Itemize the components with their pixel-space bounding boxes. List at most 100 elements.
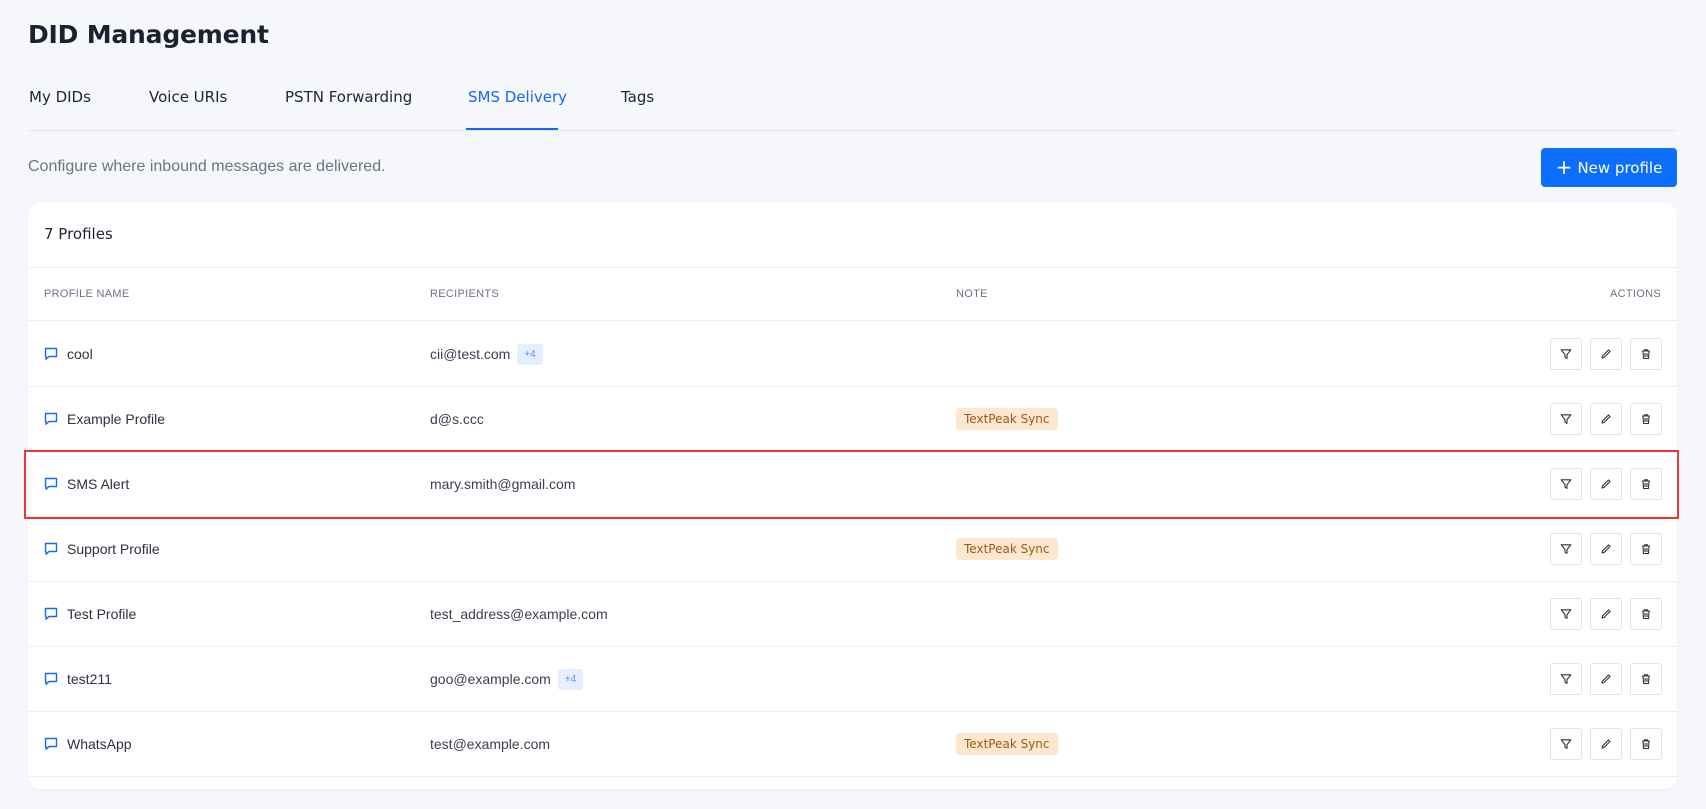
table-row[interactable]: cool cii@test.com +4 [28,322,1677,387]
recipient-email: mary.smith@gmail.com [430,476,576,492]
new-profile-label: New profile [1577,158,1663,177]
delete-button[interactable] [1630,338,1662,370]
table-row[interactable]: test211 goo@example.com +4 [28,647,1677,712]
profile-name-cell: cool [43,322,93,386]
column-header-note: NOTE [956,288,988,300]
pencil-icon [1601,349,1611,359]
more-recipients-badge[interactable]: +4 [517,343,543,365]
chat-bubble-icon [44,607,58,620]
recipient-email: test_address@example.com [430,606,608,622]
filter-button[interactable] [1550,598,1582,630]
filter-button[interactable] [1550,338,1582,370]
tab-sms-delivery[interactable]: SMS Delivery [468,88,567,106]
filter-button[interactable] [1550,403,1582,435]
row-actions [1550,338,1662,370]
row-actions [1550,728,1662,760]
profile-name: test211 [67,671,112,687]
delete-button[interactable] [1630,468,1662,500]
edit-button[interactable] [1590,338,1622,370]
delete-button[interactable] [1630,728,1662,760]
trash-icon [1642,414,1650,425]
tab-pstn-forwarding[interactable]: PSTN Forwarding [285,88,412,106]
profile-name: SMS Alert [67,476,130,492]
active-tab-indicator [466,128,558,130]
table-row[interactable]: WhatsApp test@example.com TextPeak Sync [28,712,1677,777]
chat-bubble-icon [44,412,58,425]
edit-button[interactable] [1590,728,1622,760]
filter-button[interactable] [1550,533,1582,565]
profile-name-cell: Support Profile [43,517,160,581]
filter-icon [1560,544,1572,554]
delete-button[interactable] [1630,533,1662,565]
filter-icon [1560,674,1572,684]
profiles-count: 7 Profiles [44,225,113,243]
profile-name: cool [67,346,93,362]
delete-button[interactable] [1630,598,1662,630]
note-badge: TextPeak Sync [956,733,1058,755]
filter-icon [1560,609,1572,619]
chat-bubble-icon [44,477,58,490]
row-actions [1550,468,1662,500]
page-subtitle: Configure where inbound messages are del… [28,158,386,175]
tab-voice-uris[interactable]: Voice URIs [149,88,227,106]
pencil-icon [1601,479,1611,489]
table-row[interactable]: Support Profile TextPeak Sync [28,517,1677,582]
trash-icon [1642,609,1650,620]
profile-name-cell: WhatsApp [43,712,132,776]
recipient-email: d@s.ccc [430,411,484,427]
table-row[interactable]: Test Profile test_address@example.com [28,582,1677,647]
edit-button[interactable] [1590,533,1622,565]
tab-my-dids[interactable]: My DIDs [29,88,91,106]
table-row[interactable]: Example Profile d@s.ccc TextPeak Sync [28,387,1677,452]
recipients-cell: cii@test.com +4 [430,322,543,386]
filter-button[interactable] [1550,468,1582,500]
edit-button[interactable] [1590,663,1622,695]
page-title: DID Management [28,20,269,49]
edit-button[interactable] [1590,468,1622,500]
profile-name: Test Profile [67,606,137,622]
recipient-email: test@example.com [430,736,551,752]
row-actions [1550,533,1662,565]
filter-icon [1560,414,1572,424]
profile-name-cell: SMS Alert [43,452,129,516]
delete-button[interactable] [1630,403,1662,435]
new-profile-button[interactable]: + New profile [1541,148,1677,187]
delete-button[interactable] [1630,663,1662,695]
note-badge: TextPeak Sync [956,408,1058,430]
trash-icon [1642,674,1650,685]
edit-button[interactable] [1590,403,1622,435]
chat-bubble-icon [44,737,58,750]
edit-button[interactable] [1590,598,1622,630]
plus-icon: + [1555,154,1573,179]
recipient-email: goo@example.com [430,671,551,687]
recipients-cell: goo@example.com +4 [430,647,584,711]
profile-name-cell: Test Profile [43,582,136,646]
more-recipients-badge[interactable]: +4 [557,668,584,690]
tab-tags[interactable]: Tags [621,88,654,106]
chat-bubble-icon [44,672,58,685]
profile-name: WhatsApp [67,736,132,752]
filter-button[interactable] [1550,663,1582,695]
filter-button[interactable] [1550,728,1582,760]
recipients-cell: mary.smith@gmail.com [430,452,575,516]
recipients-cell: test_address@example.com [430,582,608,646]
trash-icon [1642,479,1650,490]
trash-icon [1642,544,1650,555]
filter-icon [1560,739,1572,749]
trash-icon [1642,739,1650,750]
pencil-icon [1601,544,1611,554]
pencil-icon [1601,609,1611,619]
column-header-actions: ACTIONS [1610,288,1661,300]
table-header: PROFILE NAME RECIPIENTS NOTE ACTIONS [28,267,1677,321]
column-header-profile-name: PROFILE NAME [44,288,130,300]
chat-bubble-icon [44,347,58,360]
note-cell: TextPeak Sync [956,517,1058,581]
profile-name-cell: Example Profile [43,387,165,451]
table-row[interactable]: SMS Alert mary.smith@gmail.com [24,450,1679,519]
row-actions [1550,403,1662,435]
pencil-icon [1601,674,1611,684]
recipients-cell: d@s.ccc [430,387,484,451]
recipients-cell: test@example.com [430,712,550,776]
pencil-icon [1601,739,1611,749]
row-actions [1550,598,1662,630]
